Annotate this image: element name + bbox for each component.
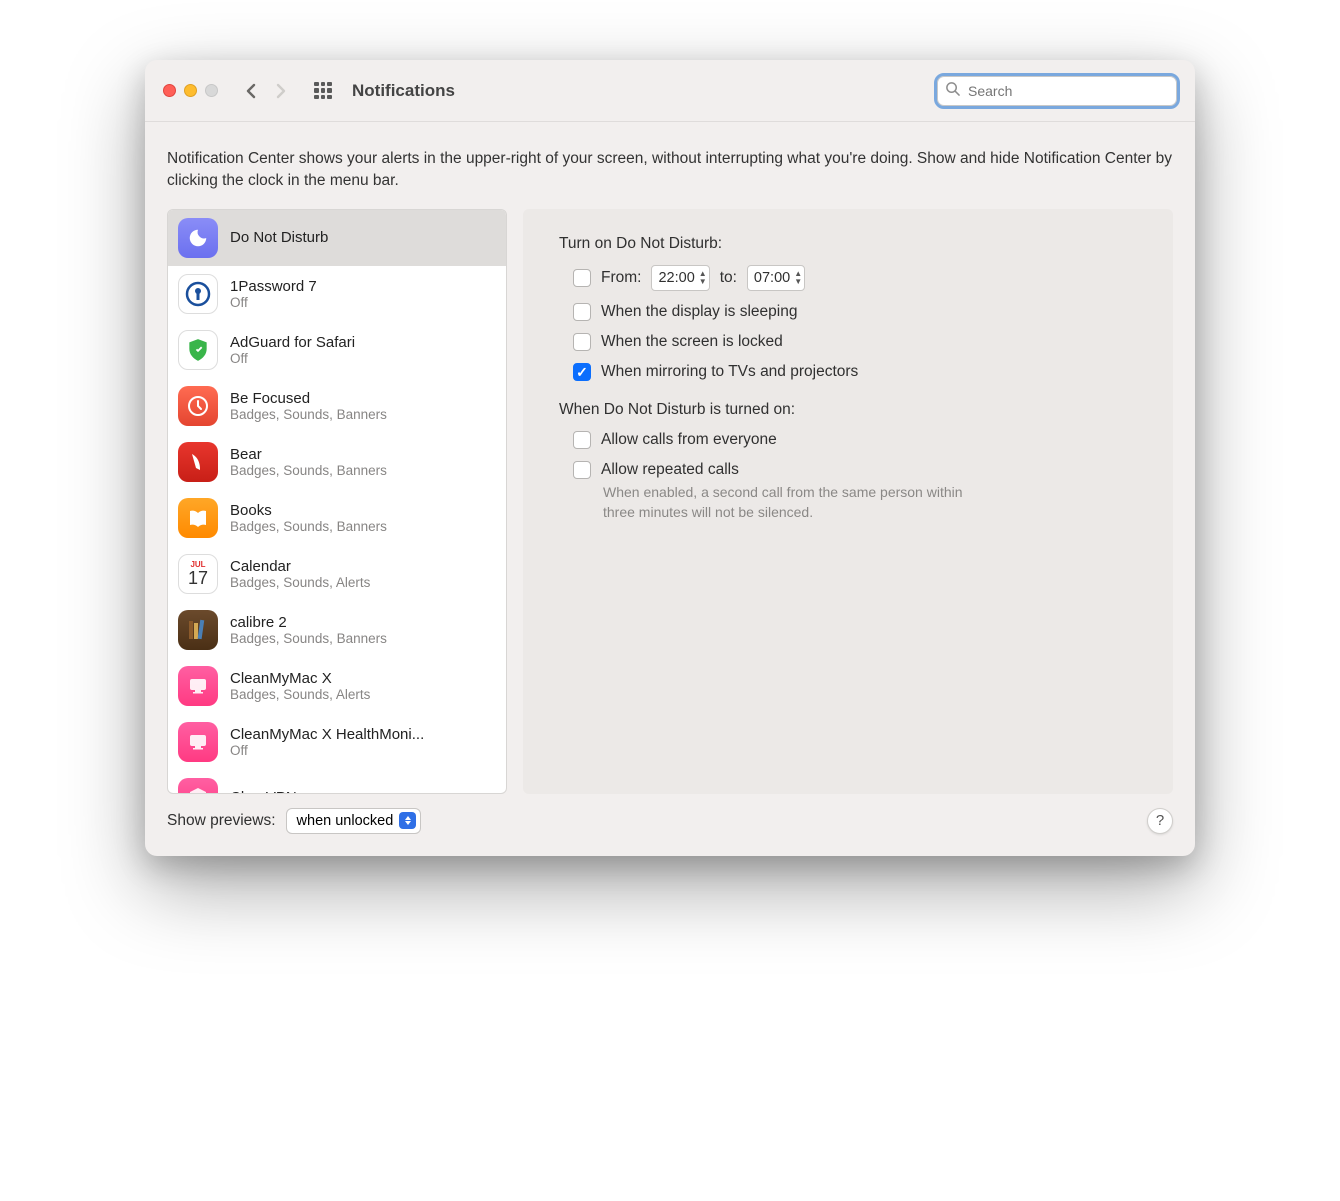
help-button[interactable]: ? [1147,808,1173,834]
allow-repeated-label: Allow repeated calls [601,461,739,479]
screen-locked-row: When the screen is locked [573,333,1173,351]
search-field-wrap [937,76,1177,106]
app-icon [178,442,218,482]
chevron-updown-icon [399,812,416,829]
from-time-value: 22:00 [658,270,694,286]
sidebar-item[interactable]: JUL17 CalendarBadges, Sounds, Alerts [168,546,506,602]
description-text: Notification Center shows your alerts in… [167,148,1173,193]
app-sub: Off [230,295,317,310]
sidebar-item[interactable]: 1Password 7Off [168,266,506,322]
app-name: Be Focused [230,390,387,407]
allow-everyone-row: Allow calls from everyone [573,431,1173,449]
when-on-label: When Do Not Disturb is turned on: [559,401,1173,419]
display-sleeping-label: When the display is sleeping [601,303,797,321]
mirroring-row: When mirroring to TVs and projectors [573,363,1173,381]
app-sub: Badges, Sounds, Alerts [230,575,370,590]
app-name: 1Password 7 [230,278,317,295]
bottom-bar: Show previews: when unlocked ? [167,808,1173,834]
app-icon [178,386,218,426]
allow-repeated-row: Allow repeated calls [573,461,1173,479]
repeated-help-text: When enabled, a second call from the sam… [603,483,983,522]
sidebar-item[interactable]: CleanMyMac XBadges, Sounds, Alerts [168,658,506,714]
to-label: to: [720,269,737,287]
page-title: Notifications [352,81,455,101]
screen-locked-label: When the screen is locked [601,333,783,351]
from-time-input[interactable]: 22:00 ▲▼ [651,265,709,291]
nav-arrows [242,82,290,100]
maximize-window-button [205,84,218,97]
sidebar-item[interactable]: Do Not Disturb [168,210,506,266]
stepper-icon[interactable]: ▲▼ [699,270,707,286]
titlebar: Notifications [145,60,1195,122]
turn-on-label: Turn on Do Not Disturb: [559,235,1173,253]
app-sub: Badges, Sounds, Banners [230,463,387,478]
panes: Do Not Disturb1Password 7OffAdGuard for … [167,209,1173,794]
app-name: Bear [230,446,387,463]
app-icon [178,722,218,762]
previews-select[interactable]: when unlocked [286,808,422,834]
app-sub: Badges, Sounds, Banners [230,519,387,534]
display-sleeping-checkbox[interactable] [573,303,591,321]
app-icon [178,666,218,706]
app-icon [178,498,218,538]
app-name: AdGuard for Safari [230,334,355,351]
previews-value: when unlocked [297,813,394,829]
app-sub: Off [230,351,355,366]
search-icon [945,81,960,101]
sidebar-item[interactable]: BearBadges, Sounds, Banners [168,434,506,490]
app-sub: Off [230,743,424,758]
preferences-window: Notifications Notification Center shows … [145,60,1195,856]
display-sleeping-row: When the display is sleeping [573,303,1173,321]
app-sub: Badges, Sounds, Banners [230,631,387,646]
window-controls [163,84,218,97]
forward-button [272,82,290,100]
sidebar-item[interactable]: calibre 2Badges, Sounds, Banners [168,602,506,658]
app-icon [178,274,218,314]
app-name: calibre 2 [230,614,387,631]
app-icon [178,610,218,650]
app-name: CleanMyMac X HealthMoni... [230,726,424,743]
schedule-checkbox[interactable] [573,269,591,287]
back-button[interactable] [242,82,260,100]
app-icon [178,218,218,258]
stepper-icon[interactable]: ▲▼ [794,270,802,286]
allow-everyone-label: Allow calls from everyone [601,431,777,449]
app-name: Books [230,502,387,519]
search-input[interactable] [937,76,1177,106]
sidebar-item[interactable]: CleanMyMac X HealthMoni...Off [168,714,506,770]
app-name: Do Not Disturb [230,229,328,246]
sidebar-item[interactable]: ClearVPN [168,770,506,793]
allow-repeated-checkbox[interactable] [573,461,591,479]
app-icon [178,778,218,793]
mirroring-checkbox[interactable] [573,363,591,381]
app-name: CleanMyMac X [230,670,370,687]
minimize-window-button[interactable] [184,84,197,97]
show-all-icon[interactable] [314,82,332,100]
mirroring-label: When mirroring to TVs and projectors [601,363,858,381]
details-pane: Turn on Do Not Disturb: From: 22:00 ▲▼ t… [523,209,1173,794]
previews-label: Show previews: [167,812,276,830]
app-list[interactable]: Do Not Disturb1Password 7OffAdGuard for … [167,209,507,794]
app-icon: JUL17 [178,554,218,594]
app-sub: Badges, Sounds, Alerts [230,687,370,702]
content: Notification Center shows your alerts in… [145,122,1195,856]
app-icon [178,330,218,370]
close-window-button[interactable] [163,84,176,97]
to-time-value: 07:00 [754,270,790,286]
from-label: From: [601,269,641,287]
app-sub: Badges, Sounds, Banners [230,407,387,422]
app-name: ClearVPN [230,789,297,793]
sidebar-item[interactable]: Be FocusedBadges, Sounds, Banners [168,378,506,434]
to-time-input[interactable]: 07:00 ▲▼ [747,265,805,291]
sidebar-item[interactable]: BooksBadges, Sounds, Banners [168,490,506,546]
schedule-row: From: 22:00 ▲▼ to: 07:00 ▲▼ [573,265,1173,291]
allow-everyone-checkbox[interactable] [573,431,591,449]
screen-locked-checkbox[interactable] [573,333,591,351]
sidebar-item[interactable]: AdGuard for SafariOff [168,322,506,378]
app-name: Calendar [230,558,370,575]
